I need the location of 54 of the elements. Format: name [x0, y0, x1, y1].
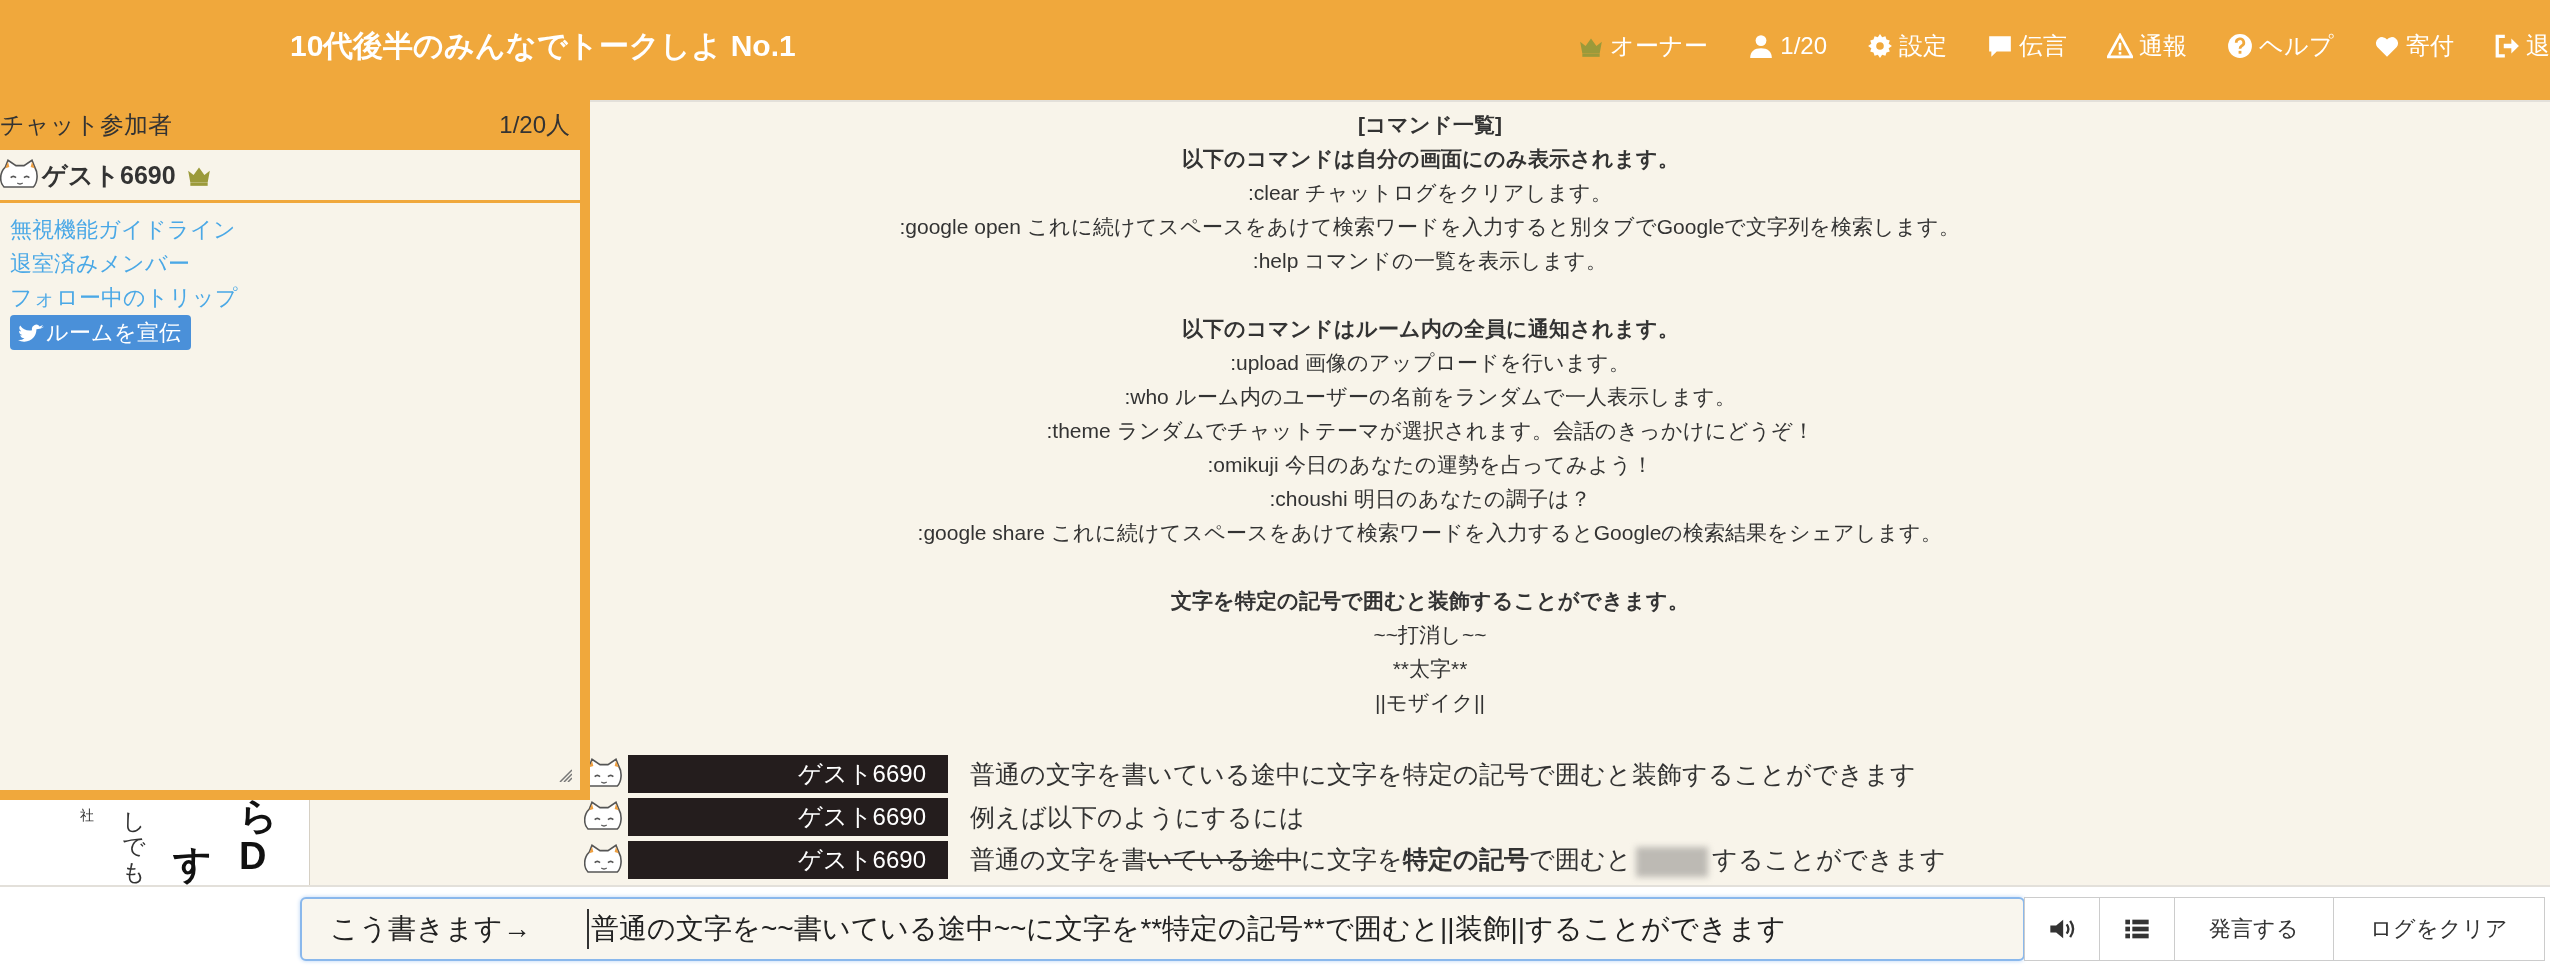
- command-line: ||モザイク||: [1375, 690, 1485, 716]
- nav-link[interactable]: ヘルプ: [2227, 30, 2334, 62]
- nav-link[interactable]: オーナー: [1578, 30, 1709, 62]
- share-button[interactable]: ルームを宣伝: [10, 315, 191, 350]
- command-heading: 以下のコマンドはルーム内の全員に通知されます。: [1181, 316, 1679, 342]
- command-line: :who ルーム内のユーザーの名前をランダムで一人表示します。: [1124, 384, 1736, 410]
- nav-link[interactable]: 設定: [1867, 30, 1947, 62]
- nav-link[interactable]: 退: [2494, 30, 2550, 62]
- message-text: 例えば以下のようにするには: [970, 801, 1305, 833]
- command-heading: 以下のコマンドは自分の画面にのみ表示されます。: [1181, 146, 1679, 172]
- author-name: ゲスト6690: [628, 755, 948, 793]
- command-line: :google open これに続けてスペースをあけて検索ワードを入力すると別タブでGoogleで文字列を検索します。: [899, 214, 1961, 240]
- user-icon: [1748, 33, 1775, 59]
- command-line: :upload 画像のアップロードを行います。: [1230, 350, 1630, 376]
- action-button[interactable]: 発言する: [2174, 897, 2334, 961]
- message-field[interactable]: こう書きます→ 普通の文字を~~書いている途中~~に文字を**特定の記号**で囲むと||装飾||することができます: [300, 897, 2025, 961]
- command-line: :theme ランダムでチャットテーマが選択されます。会話のきっかけにどうぞ！: [1046, 418, 1814, 444]
- warning-icon: [2107, 33, 2133, 59]
- resize-grip-icon: [558, 768, 572, 782]
- ad-text: 社: [80, 807, 94, 823]
- message-text: 普通の文字を書いている途中に文字を特定の記号で囲むと装飾することができます: [970, 758, 1916, 790]
- action-button[interactable]: ログをクリア: [2333, 897, 2545, 961]
- speech-bubble-icon: [1987, 33, 2013, 59]
- nav-link[interactable]: 1/20: [1748, 32, 1827, 60]
- ad-text: しでも: [122, 809, 145, 885]
- author-name: ゲスト6690: [628, 798, 948, 836]
- ad-text: す: [173, 845, 211, 885]
- room-title: 10代後半のみんなでトークしよ No.1: [290, 27, 796, 64]
- sidebar-link[interactable]: フォロー中のトリップ: [10, 281, 238, 315]
- command-line: **太字**: [1392, 656, 1468, 682]
- command-line: :choushi 明日のあなたの調子は？: [1269, 486, 1591, 512]
- ad-text: らD: [239, 797, 277, 877]
- nav-link[interactable]: 通報: [2107, 30, 2187, 62]
- help-icon: [2227, 33, 2253, 59]
- nav-link[interactable]: 寄付: [2374, 30, 2454, 62]
- list-button[interactable]: [2099, 897, 2175, 961]
- command-heading: 文字を特定の記号で囲むと装飾することができます。: [1171, 588, 1689, 614]
- command-line: :help コマンドの一覧を表示します。: [1252, 248, 1608, 274]
- sidebar-link[interactable]: 退室済みメンバー: [10, 247, 190, 281]
- member-count: 1/20人: [499, 110, 570, 140]
- sidebar-link[interactable]: 無視機能ガイドライン: [10, 213, 236, 247]
- sound-button[interactable]: [2024, 897, 2100, 961]
- command-line: :clear チャットログをクリアします。: [1247, 180, 1613, 206]
- exit-icon: [2494, 33, 2520, 59]
- author-name: ゲスト6690: [628, 841, 948, 879]
- command-heading: [コマンド一覧]: [1358, 112, 1502, 138]
- command-line: :omikuji 今日のあなたの運勢を占ってみよう！: [1207, 452, 1653, 478]
- member-name[interactable]: ゲスト6690: [42, 158, 176, 192]
- message-text: 普通の文字を書いている途中に文字を特定の記号で囲むと することができます: [970, 843, 1946, 877]
- command-line: ~~打消し~~: [1373, 622, 1487, 648]
- nav-link[interactable]: 伝言: [1987, 30, 2067, 62]
- settings-icon: [1867, 33, 1893, 59]
- sidebar-title: チャット参加者: [0, 110, 172, 140]
- command-line: :google share これに続けてスペースをあけて検索ワードを入力するとGoogleの検索結果をシェアします。: [917, 520, 1943, 546]
